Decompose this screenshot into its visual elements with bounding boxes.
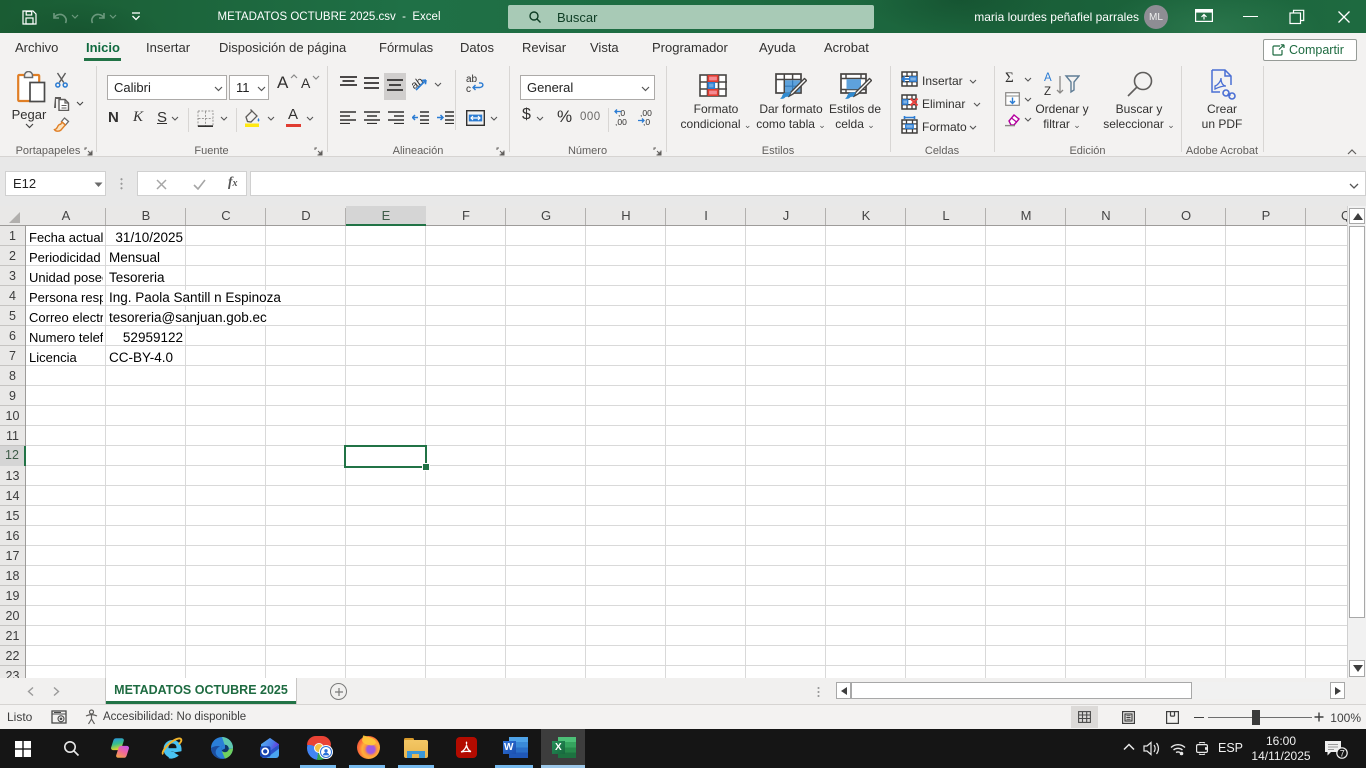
- svg-text:c: c: [466, 84, 471, 93]
- svg-text:ab: ab: [412, 75, 426, 92]
- svg-text:,00: ,00: [615, 117, 627, 126]
- svg-text:Z: Z: [1044, 86, 1051, 98]
- svg-text:A: A: [1044, 72, 1052, 84]
- svg-text:,0: ,0: [643, 117, 650, 126]
- svg-text:7: 7: [1340, 749, 1345, 759]
